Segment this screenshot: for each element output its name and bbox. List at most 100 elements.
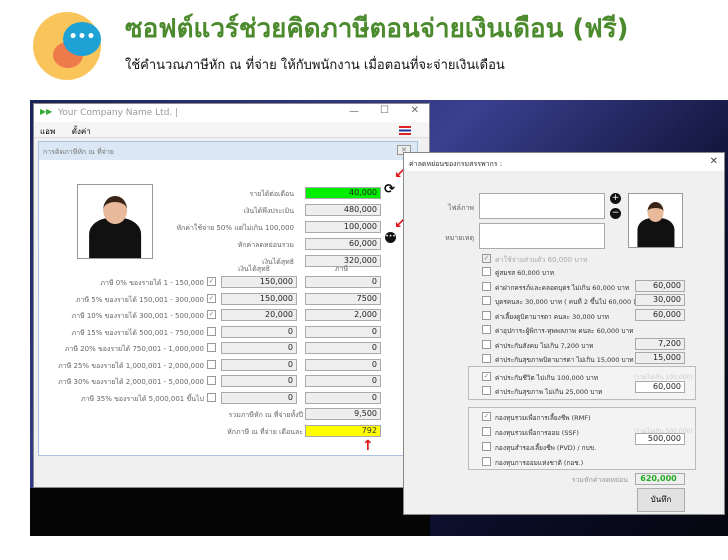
deduction-value: 60,000	[635, 308, 685, 321]
tax-form: การคิดภาษีหัก ณ ที่จ่าย ✕ รายได้ต่อเดือน…	[38, 141, 418, 456]
bracket-tax: 0	[305, 391, 381, 404]
fund-checkbox[interactable]	[482, 427, 491, 436]
personal-checkbox: ✓	[482, 254, 491, 263]
bracket-tax: 2,000	[305, 309, 381, 321]
field-value: 480,000	[305, 204, 381, 216]
menu-settings[interactable]: ตั้งค่า	[72, 127, 91, 136]
bracket-net: 150,000	[221, 292, 297, 305]
funds-field[interactable]: 500,000	[635, 433, 685, 445]
thai-flag-icon[interactable]	[399, 126, 411, 135]
bracket-checkbox[interactable]: ✓	[207, 293, 216, 303]
total-deduction-label: รวมหักค่าลดหย่อน	[571, 476, 628, 484]
deduction-label: ค่าประกันสุขภาพบิดามารดา ไม่เกิน 15,000 …	[495, 356, 634, 364]
bracket-checkbox[interactable]	[207, 343, 216, 352]
deduction-label: ค่าประกันสังคม ไม่เกิน 7,200 บาท	[495, 341, 594, 350]
remove-photo-button[interactable]: −	[610, 208, 621, 219]
insurance-field[interactable]: 60,000	[635, 381, 685, 393]
deduction-value: 15,000	[635, 352, 685, 364]
deduction-checkbox[interactable]	[482, 354, 491, 363]
bracket-net: 0	[221, 358, 297, 371]
insurance-label: ค่าประกันสุขภาพ ไม่เกิน 25,000 บาท	[495, 388, 603, 396]
dialog-title-bar: ค่าลดหย่อนของกรมสรรพากร : ✕	[404, 153, 724, 171]
field-label: หักค่าลดหย่อนรวม	[237, 241, 294, 249]
deduction-label: ค่าฝากครรภ์และคลอดบุตร ไม่เกิน 60,000 บา…	[495, 283, 630, 292]
bracket-tax: 0	[305, 325, 381, 338]
field-value: 60,000	[305, 238, 381, 250]
taskbar-area	[30, 488, 430, 536]
menu-bar: แอพ ตั้งค่า	[34, 122, 429, 138]
form-title: การคิดภาษีหัก ณ ที่จ่าย	[43, 148, 114, 156]
bracket-label: ภาษี 5% ของรายได้ 150,001 - 300,000	[75, 295, 204, 304]
bracket-checkbox[interactable]: ✓	[207, 277, 216, 286]
fund-checkbox[interactable]: ✓	[482, 412, 491, 421]
fund-checkbox[interactable]	[482, 457, 491, 466]
more-options-button[interactable]: •••	[385, 232, 396, 243]
note-textarea[interactable]	[479, 223, 605, 249]
menu-app[interactable]: แอพ	[40, 127, 55, 136]
col-header-tax: ภาษี	[334, 265, 349, 273]
window-title: Your Company Name Ltd. |	[58, 108, 179, 118]
bracket-checkbox[interactable]	[207, 326, 216, 336]
form-header: การคิดภาษีหัก ณ ที่จ่าย ✕	[39, 142, 417, 160]
bracket-label: ภาษี 10% ของรายได้ 300,001 - 500,000	[71, 312, 204, 320]
field-value: 100,000	[305, 221, 381, 233]
deduction-checkbox[interactable]	[482, 310, 491, 320]
red-arrow-up-icon: ↑	[362, 438, 374, 454]
save-button[interactable]: บันทึก	[637, 488, 685, 512]
insurance-checkbox[interactable]	[482, 386, 491, 395]
app-icon: ▶▶	[40, 107, 53, 116]
field-value: 40,000	[305, 187, 381, 199]
col-header-net: เงินได้สุทธิ	[238, 265, 270, 273]
bracket-label: ภาษี 25% ของรายได้ 1,000,001 - 2,000,000	[58, 361, 204, 370]
file-input[interactable]	[479, 193, 605, 219]
add-photo-button[interactable]: +	[610, 193, 621, 204]
bracket-tax: 7500	[305, 292, 381, 305]
deductions-dialog: ค่าลดหย่อนของกรมสรรพากร : ✕ ไฟล์ภาพ + − …	[403, 152, 725, 515]
deduction-checkbox[interactable]	[482, 296, 491, 305]
total-year-label: รวมภาษีหัก ณ ที่จ่ายทั้งปี	[228, 411, 303, 419]
bracket-tax: 0	[305, 342, 381, 354]
total-year-field: 9,500	[305, 408, 381, 420]
bracket-checkbox[interactable]: ✓	[207, 310, 216, 319]
fund-checkbox[interactable]	[482, 442, 491, 451]
bracket-checkbox[interactable]	[207, 359, 216, 369]
refresh-icon[interactable]: ⟳	[384, 182, 395, 197]
dialog-close-button[interactable]: ✕	[710, 156, 718, 167]
monthly-label: หักภาษี ณ ที่จ่าย เดือนละ	[227, 428, 303, 436]
insurance-checkbox[interactable]: ✓	[482, 372, 491, 381]
bracket-net: 20,000	[221, 309, 297, 321]
bracket-net: 0	[221, 325, 297, 338]
fund-label: กองทุนรวมเพื่อการออม (SSF)	[495, 429, 579, 437]
bracket-net: 0	[221, 375, 297, 387]
bracket-tax: 0	[305, 276, 381, 288]
deduction-checkbox[interactable]	[482, 339, 491, 349]
deduction-checkbox[interactable]	[482, 325, 491, 334]
deduction-label: ค่าอุปการะผู้พิการ-ทุพพลภาพ คนละ 60,000 …	[495, 327, 634, 335]
maximize-button[interactable]: ☐	[380, 105, 389, 116]
fund-label: กองทุนสำรองเลี้ยงชีพ (PVD) / กบข.	[495, 444, 597, 452]
minimize-button[interactable]: —	[349, 106, 359, 117]
dialog-title: ค่าลดหย่อนของกรมสรรพากร :	[409, 160, 503, 168]
note-label: หมายเหตุ	[445, 234, 474, 242]
bracket-tax: 0	[305, 375, 381, 387]
bracket-label: ภาษี 30% ของรายได้ 2,000,001 - 5,000,000	[58, 378, 204, 386]
deduction-checkbox[interactable]	[482, 267, 491, 276]
bracket-net: 150,000	[221, 276, 297, 288]
deduction-value: 60,000	[635, 279, 685, 292]
bracket-checkbox[interactable]	[207, 392, 216, 402]
blue-bubble-icon: •••	[63, 22, 101, 56]
bracket-label: ภาษี 20% ของรายได้ 750,001 - 1,000,000	[64, 345, 204, 353]
dialog-photo	[628, 193, 683, 248]
close-button[interactable]: ✕	[411, 105, 419, 116]
bracket-label: ภาษี 15% ของรายได้ 500,001 - 750,000	[71, 328, 204, 337]
deduction-checkbox[interactable]	[482, 281, 491, 291]
banner-subtitle: ใช้คำนวณภาษีหัก ณ ที่จ่าย ให้กับพนักงาน …	[125, 58, 505, 73]
bracket-checkbox[interactable]	[207, 376, 216, 385]
bracket-label: ภาษี 0% ของรายได้ 1 - 150,000	[100, 279, 204, 287]
deduction-label: ค่าเลี้ยงดูบิดามารดา คนละ 30,000 บาท	[495, 312, 609, 321]
field-label: หักค่าใช้จ่าย 50% แต่ไม่เกิน 100,000	[176, 224, 294, 232]
bracket-net: 0	[221, 342, 297, 354]
deduction-value: 30,000	[635, 294, 685, 306]
deduction-label: บุตรคนละ 30,000 บาท ( คนที่ 2 ขึ้นไป 60,…	[495, 298, 636, 306]
chat-bubbles-logo: •••	[33, 12, 101, 80]
